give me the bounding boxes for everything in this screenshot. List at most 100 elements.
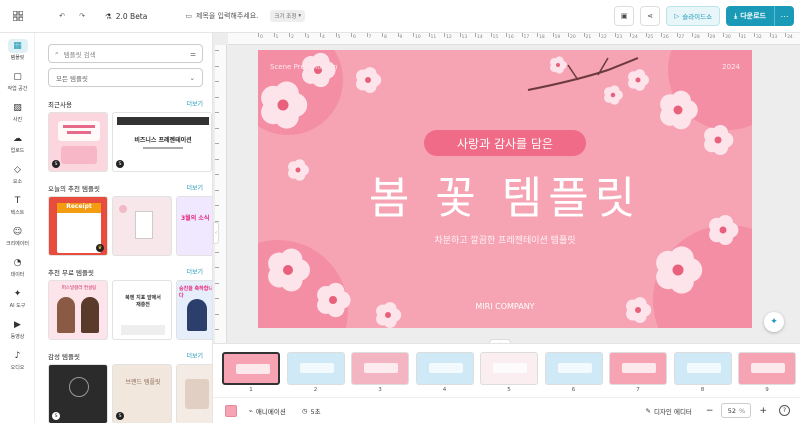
slide-thumbnail[interactable] xyxy=(738,352,796,385)
panel-collapse-handle[interactable]: ‹ xyxy=(213,222,219,244)
more-link[interactable]: 더보기 xyxy=(186,267,203,277)
slide-top-right-text: 2024 xyxy=(722,63,740,71)
template-category-select[interactable]: 모든 템플릿 ⌄ xyxy=(48,68,203,87)
slide-thumbnail[interactable] xyxy=(673,352,732,385)
thumb-content xyxy=(493,363,527,373)
ruler-tick xyxy=(335,33,337,37)
version-selector[interactable]: ⚗ 2.0 Beta xyxy=(105,12,147,21)
ruler-tick xyxy=(428,33,430,37)
video-icon: ▶ xyxy=(14,320,21,330)
rail-item[interactable]: ✦ AI 도구 xyxy=(0,287,35,309)
template-thumb[interactable]: 퍼스널컬러 컨설팅 xyxy=(48,280,108,340)
animation-button[interactable]: ⌁ 애니메이션 xyxy=(249,406,286,416)
template-thumb[interactable]: 승진을 축하합니다 xyxy=(176,280,212,340)
title-input[interactable]: ▭ 제목을 입력해주세요. xyxy=(185,11,258,21)
ruler-tick xyxy=(676,33,678,37)
background-color-swatch[interactable] xyxy=(225,404,237,417)
template-thumb[interactable]: 3월의 소식 xyxy=(176,196,212,256)
rail-item-label: 오디오 xyxy=(10,365,25,371)
template-thumb[interactable] xyxy=(176,364,212,423)
rail-item[interactable]: ▦ 템플릿 xyxy=(0,39,35,61)
ruler-label: 31 xyxy=(740,35,747,40)
ruler-tick xyxy=(645,33,647,37)
rail-item[interactable]: ☁ 업로드 xyxy=(0,132,35,154)
slide-number: 8 xyxy=(700,387,705,393)
slide-top-left-text: Scene Presentation xyxy=(270,63,338,71)
more-link[interactable]: 더보기 xyxy=(186,351,203,361)
ruler-tick xyxy=(304,33,306,37)
template-thumb[interactable]: Receipt ♛ xyxy=(48,196,108,256)
badge: S xyxy=(52,412,60,420)
slideshow-button[interactable]: ▷ 슬라이드쇼 xyxy=(666,6,721,26)
ruler-tick xyxy=(413,33,414,37)
template-thumb[interactable]: 브랜드 템플릿 S xyxy=(112,364,172,423)
slide-thumbnail[interactable] xyxy=(480,352,538,385)
ai-assistant-button[interactable]: ✦ xyxy=(764,312,784,332)
slide-company[interactable]: MIRI COMPANY xyxy=(258,302,752,311)
rail-item[interactable]: ◇ 요소 xyxy=(0,163,35,185)
slide-thumbnail[interactable] xyxy=(609,352,667,385)
zoom-input[interactable]: 52 % xyxy=(721,403,752,418)
zoom-in-button[interactable]: + xyxy=(759,406,767,416)
rail-item[interactable]: T 텍스트 xyxy=(0,194,35,216)
template-thumb[interactable]: 비즈니스 프레젠테이션 S xyxy=(112,112,212,172)
help-icon[interactable]: ? xyxy=(779,405,790,416)
ruler-tick xyxy=(215,267,219,268)
more-options-button[interactable]: ⋯ xyxy=(774,6,794,26)
ruler-tick xyxy=(215,81,219,82)
slide-title[interactable]: 봄 꽃 템플릿 xyxy=(258,162,752,226)
share-icon[interactable]: ⋖ xyxy=(640,6,661,26)
ruler-label: 4 xyxy=(322,35,325,40)
ruler-tick xyxy=(215,174,219,175)
slide-thumbnail[interactable] xyxy=(222,352,280,385)
slide-pill-text[interactable]: 사랑과 감사를 담은 xyxy=(424,130,586,156)
slide-number: 2 xyxy=(313,387,318,393)
more-link[interactable]: 더보기 xyxy=(186,183,203,193)
design-editor-button[interactable]: ✎ 디자인 에디터 xyxy=(646,406,692,416)
thumb-content xyxy=(686,363,721,373)
rail-item-label: 요소 xyxy=(12,179,23,185)
more-link[interactable]: 더보기 xyxy=(186,99,203,109)
download-button[interactable]: ⤓ 다운로드 xyxy=(726,6,774,26)
grid-menu-icon[interactable] xyxy=(9,7,27,25)
rail-item-label: 업로드 xyxy=(10,148,25,154)
rail-item[interactable]: ▢ 작업 공간 xyxy=(0,70,35,92)
template-thumb[interactable]: 북엔 지표 앞에서 재충전 xyxy=(112,280,172,340)
duration-button[interactable]: ◷ 5초 xyxy=(302,406,321,416)
filter-icon[interactable]: ⚌ xyxy=(190,50,196,58)
rail-item-label: AI 도구 xyxy=(9,303,26,309)
template-thumb[interactable] xyxy=(112,196,172,256)
audio-icon: ♪ xyxy=(14,351,21,361)
template-thumb[interactable]: S xyxy=(48,364,108,423)
workspace-icon: ▢ xyxy=(13,72,22,82)
rail-item[interactable]: ▨ 사진 xyxy=(0,101,35,123)
ruler-tick xyxy=(754,33,755,37)
ruler-tick xyxy=(273,33,275,37)
undo-icon[interactable]: ↶ xyxy=(53,7,71,25)
ruler-label: 24 xyxy=(632,35,638,40)
animation-label: 애니메이션 xyxy=(255,407,286,416)
slide-thumbnail[interactable] xyxy=(351,352,409,385)
resize-label: 크기 조정 xyxy=(274,14,297,20)
ruler-tick xyxy=(661,33,662,37)
rail-item[interactable]: ◔ 데이터 xyxy=(0,256,35,278)
template-search-input[interactable]: ⌕ 템플릿 검색 ⚌ xyxy=(48,44,203,63)
ruler-label: 18 xyxy=(539,35,545,40)
elements-icon: ◇ xyxy=(14,165,21,175)
zoom-out-button[interactable]: − xyxy=(706,406,714,416)
slide-thumbnail[interactable] xyxy=(415,352,474,385)
slide-subtitle[interactable]: 차분하고 깔끔한 프레젠테이션 템플릿 xyxy=(258,233,752,246)
rail-item[interactable]: ☺ 크리에이터 xyxy=(0,225,35,247)
ruler-tick xyxy=(630,33,631,37)
rail-item[interactable]: ♪ 오디오 xyxy=(0,349,35,371)
redo-icon[interactable]: ↷ xyxy=(73,7,91,25)
rail-item[interactable]: ▶ 동영상 xyxy=(0,318,35,340)
ruler-label: 22 xyxy=(601,35,607,40)
resize-button[interactable]: 크기 조정 ▾ xyxy=(270,10,306,22)
slide-thumbnail[interactable] xyxy=(286,352,345,385)
save-icon[interactable]: ▣ xyxy=(614,6,635,26)
slide-thumbnail[interactable] xyxy=(544,352,603,385)
slide-canvas[interactable]: Scene Presentation 2024 사랑과 감사를 담은 봄 꽃 템… xyxy=(258,50,752,328)
template-thumb[interactable]: S xyxy=(48,112,108,172)
ruler-tick xyxy=(506,33,507,37)
